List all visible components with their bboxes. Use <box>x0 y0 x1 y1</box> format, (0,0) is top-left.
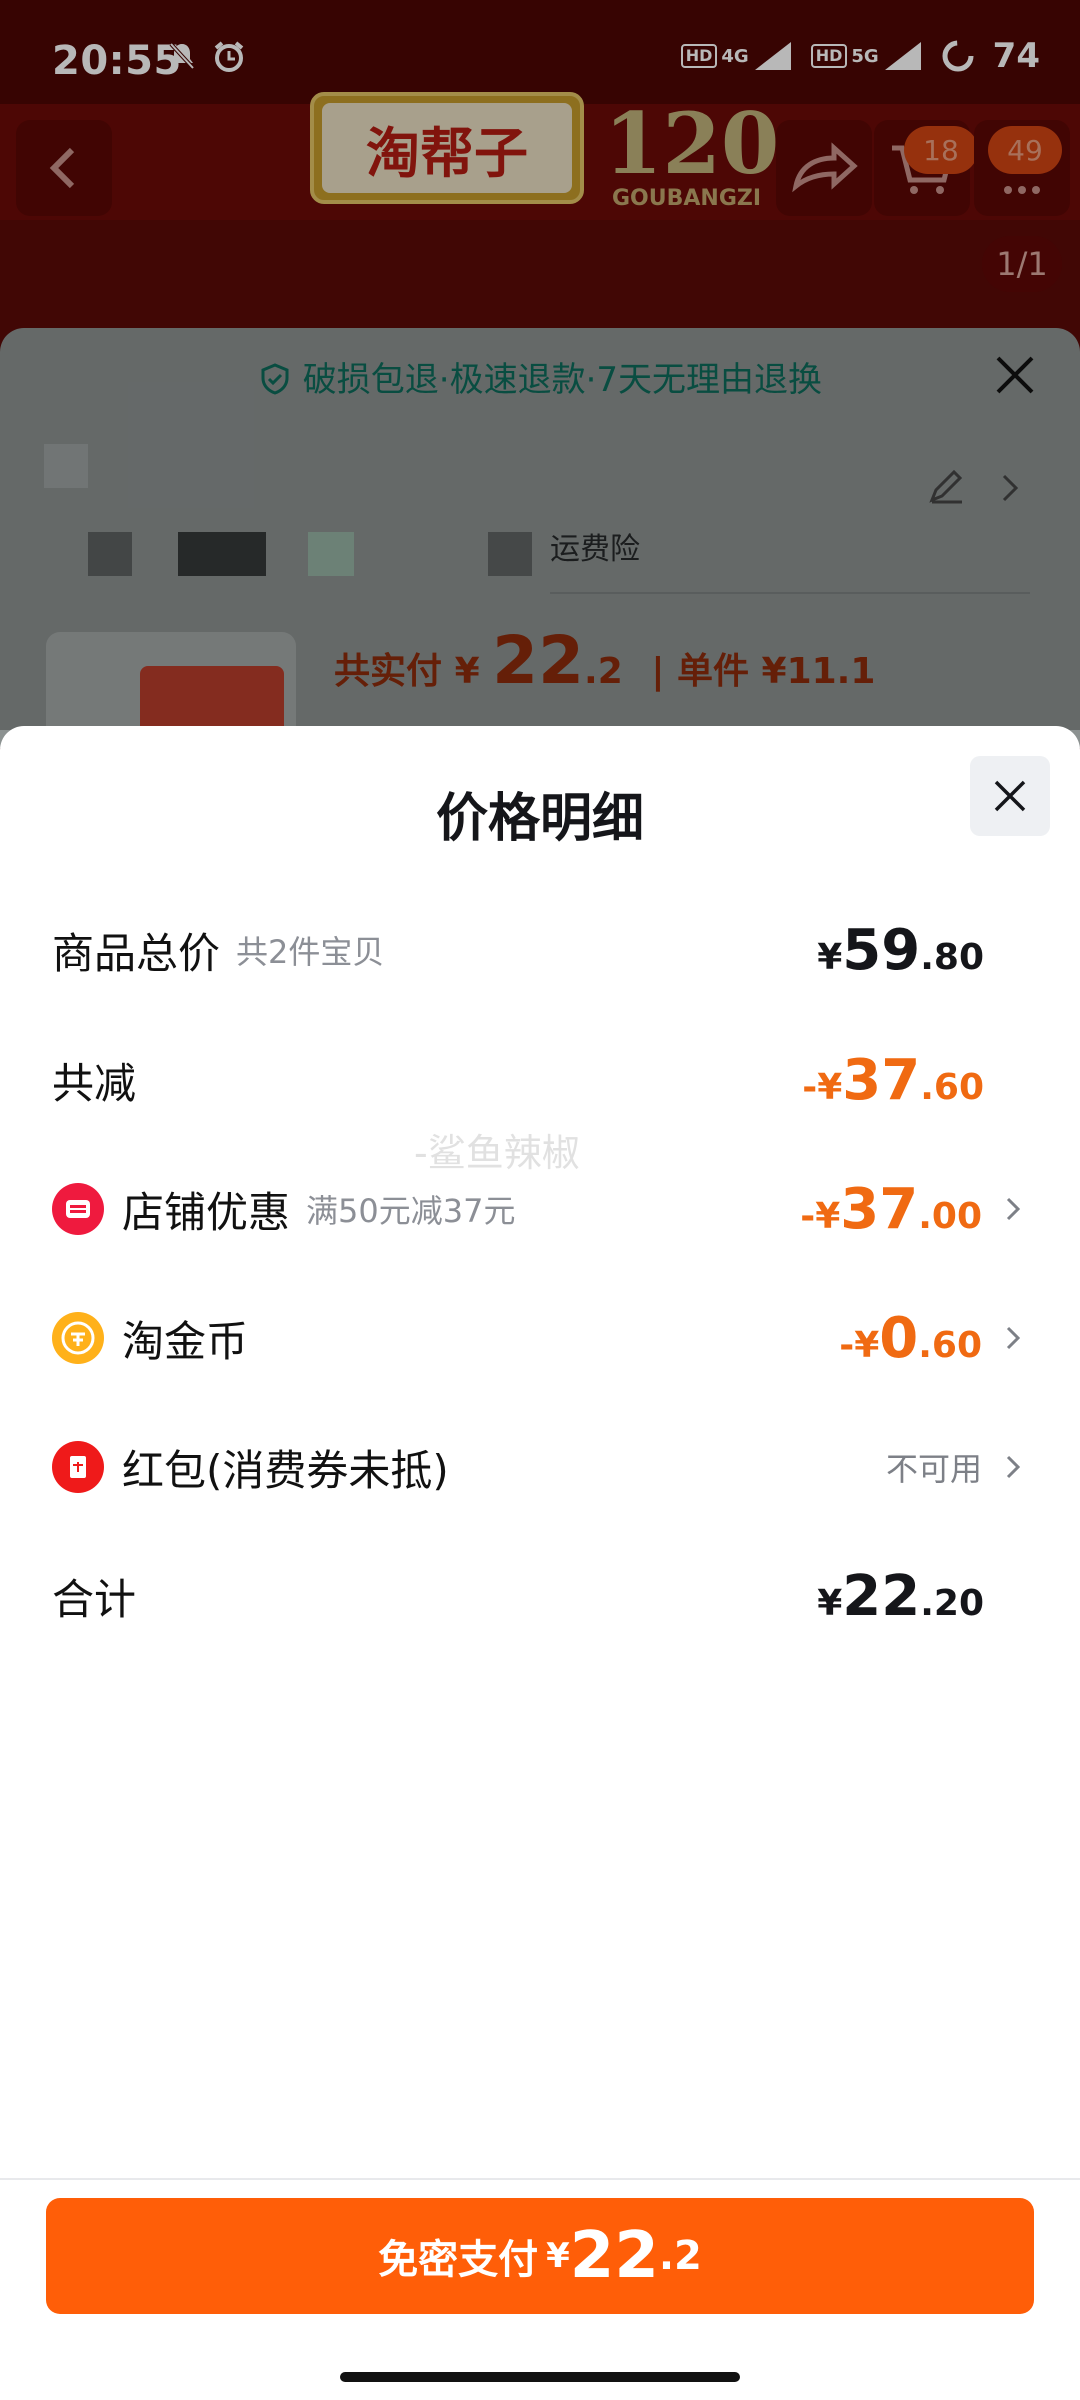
coin-deduction-row[interactable]: 淘金币 -¥ 0.60 <box>52 1298 1028 1378</box>
chevron-right-icon <box>1006 1197 1021 1221</box>
store-coupon-icon <box>52 1183 104 1235</box>
close-icon <box>994 780 1026 812</box>
row-label: 淘金币 <box>122 1316 249 1366</box>
total-discount-row: 共减 -¥ 37.60 <box>52 1040 1028 1120</box>
goods-total-amount: ¥59.80 <box>817 917 984 983</box>
grand-total-row: 合计 ¥22.20 <box>52 1556 1028 1636</box>
sheet-title: 价格明细 <box>435 789 644 849</box>
password-free-pay-button[interactable]: 免密支付 ¥22.2 <box>46 2198 1034 2314</box>
total-discount-amount: -¥ 37.60 <box>802 1047 984 1113</box>
chevron-right-icon <box>1006 1326 1021 1350</box>
red-packet-icon <box>52 1441 104 1493</box>
row-sub: 满50元减37元 <box>306 1192 516 1230</box>
red-packet-status: 不可用 <box>886 1444 1028 1490</box>
footer-divider <box>0 2178 1080 2180</box>
store-discount-row[interactable]: 店铺优惠 满50元减37元 -¥ 37.00 <box>52 1169 1028 1249</box>
coin-deduction-amount: -¥ 0.60 <box>839 1306 1028 1371</box>
grand-total-amount: ¥22.20 <box>817 1563 984 1629</box>
row-label: 红包(消费券未抵) <box>122 1445 449 1495</box>
price-detail-sheet: 价格明细 商品总价 共2件宝贝 ¥59.80 共减 -¥ 37.60 店铺优惠 满… <box>0 726 1080 2400</box>
close-button[interactable] <box>970 756 1050 836</box>
goods-total-row: 商品总价 共2件宝贝 ¥59.80 <box>52 910 1028 990</box>
home-indicator[interactable] <box>340 2372 740 2382</box>
row-label: 店铺优惠 <box>122 1187 291 1237</box>
row-label: 商品总价 <box>52 928 221 978</box>
row-label: 合计 <box>52 1574 137 1624</box>
chevron-right-icon <box>1006 1455 1021 1479</box>
gold-coin-icon <box>52 1312 104 1364</box>
store-discount-amount: -¥ 37.00 <box>800 1177 1028 1242</box>
red-packet-row[interactable]: 红包(消费券未抵) 不可用 <box>52 1427 1028 1507</box>
row-label: 共减 <box>52 1058 137 1108</box>
dim-overlay[interactable] <box>0 0 1080 730</box>
row-sub: 共2件宝贝 <box>236 933 385 971</box>
watermark: -鲨鱼辣椒 <box>414 1131 580 1175</box>
